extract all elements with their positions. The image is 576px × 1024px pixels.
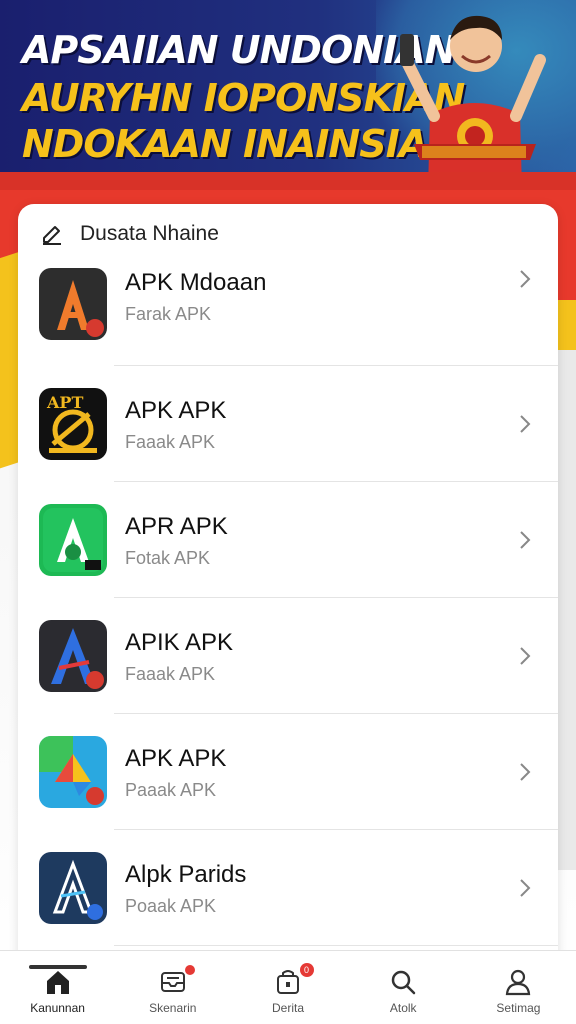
- app-name: APR APK: [125, 512, 228, 540]
- chevron-right-icon: [520, 647, 531, 665]
- svg-text:APT: APT: [46, 393, 83, 412]
- app-list-item[interactable]: APR APK Fotak APK: [18, 482, 558, 598]
- app-list-item[interactable]: APT APK APK Faaak APK: [18, 366, 558, 482]
- chevron-right-icon: [520, 763, 531, 781]
- nav-label: Kanunnan: [30, 1001, 85, 1015]
- apk-orange-a-icon: [39, 268, 107, 340]
- app-list-item[interactable]: APIK APK Faaak APK: [18, 598, 558, 714]
- nav-item-home[interactable]: Kanunnan: [0, 951, 115, 1024]
- search-icon: [391, 970, 416, 995]
- apk-black-gold-icon: APT: [39, 388, 107, 460]
- app-subtitle: Faaak APK: [125, 663, 216, 684]
- app-subtitle: Faaak APK: [125, 431, 216, 452]
- chevron-right-icon: [520, 415, 531, 433]
- banner-red-stripe: [0, 172, 576, 190]
- nav-label: Derita: [272, 1001, 305, 1015]
- bottom-navigation: Kanunnan Skenarin 0 Derita Atolk Setimag: [0, 950, 576, 1024]
- notification-count-badge: 0: [299, 963, 314, 977]
- promo-banner[interactable]: APSAIIAN UNDONIAN AURYHN IOPONSKIAN NDOK…: [0, 0, 576, 190]
- app-list: APK Mdoaan Farak APK APT APK APK Faaak A…: [18, 264, 558, 946]
- app-list-item[interactable]: Alpk Parids Poaak APK: [18, 830, 558, 946]
- inbox-icon: [160, 972, 185, 992]
- nav-label: Atolk: [389, 1001, 417, 1015]
- edit-icon[interactable]: [40, 222, 64, 246]
- app-subtitle: Fotak APK: [125, 547, 211, 568]
- app-subtitle: Paaak APK: [125, 779, 217, 800]
- app-name: APK APK: [125, 744, 227, 772]
- nav-item-search[interactable]: Atolk: [346, 951, 461, 1024]
- apk-colorful-icon: [39, 736, 107, 808]
- mascot-illustration: [400, 15, 546, 190]
- app-name: APK APK: [125, 396, 227, 424]
- nav-label: Setimag: [496, 1001, 541, 1015]
- chevron-right-icon: [520, 270, 531, 288]
- nav-item-inbox[interactable]: Skenarin: [115, 951, 230, 1024]
- banner-title-line-2: AURYHN IOPONSKIAN: [22, 76, 465, 120]
- app-subtitle: Poaak APK: [125, 895, 217, 916]
- app-name: APIK APK: [125, 628, 234, 656]
- chevron-right-icon: [520, 879, 531, 897]
- app-list-item[interactable]: APK Mdoaan Farak APK: [18, 264, 558, 366]
- app-name: APK Mdoaan: [125, 269, 267, 296]
- card-header: Dusata Nhaine: [18, 204, 558, 264]
- nav-item-bag[interactable]: 0 Derita: [230, 951, 345, 1024]
- notification-badge: [185, 965, 196, 975]
- apk-blue-a-icon: [39, 620, 107, 692]
- app-subtitle: Farak APK: [125, 304, 212, 324]
- bag-icon: [277, 970, 299, 994]
- app-name: Alpk Parids: [125, 860, 247, 888]
- card-title: Dusata Nhaine: [80, 222, 219, 245]
- nav-label: Skenarin: [149, 1001, 197, 1015]
- home-icon: [46, 971, 69, 994]
- chevron-right-icon: [520, 531, 531, 549]
- nav-item-profile[interactable]: Setimag: [461, 951, 576, 1024]
- banner-title-line-3: NDOKAAN INAINSIAI: [22, 122, 441, 166]
- apk-green-a-icon: [39, 504, 107, 576]
- apk-navy-a-icon: [39, 852, 107, 924]
- banner-title-line-1: APSAIIAN UNDONIAN: [22, 28, 456, 72]
- app-list-card: Dusata Nhaine APK Mdoaan Farak APK APT A…: [18, 204, 558, 964]
- app-list-item[interactable]: APK APK Paaak APK: [18, 714, 558, 830]
- profile-icon: [506, 969, 531, 996]
